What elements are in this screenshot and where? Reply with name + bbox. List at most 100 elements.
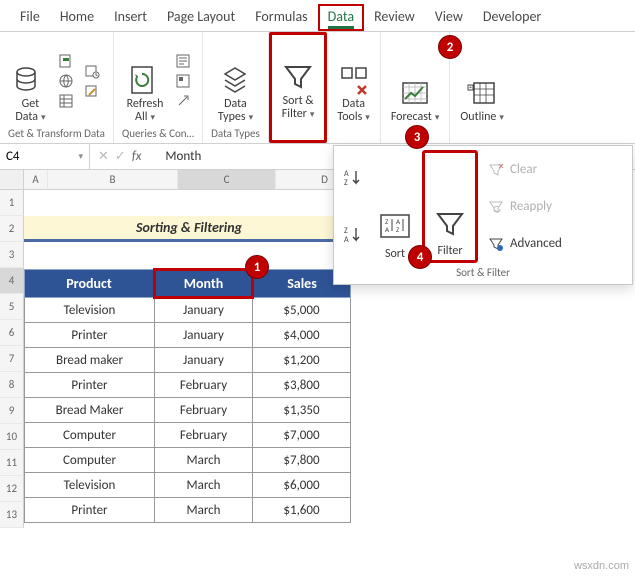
data-types-button[interactable]: Data Types (212, 36, 259, 126)
col-header[interactable]: A (24, 170, 48, 190)
get-data-button[interactable]: Get Data (8, 36, 52, 126)
properties-icon[interactable] (175, 73, 191, 89)
sort-asc-icon[interactable]: AZ (342, 167, 364, 189)
cell[interactable]: January (155, 323, 253, 348)
cell[interactable]: Television (25, 298, 155, 323)
tab-home[interactable]: Home (50, 4, 104, 31)
row-header[interactable]: 1 (0, 190, 24, 216)
cell[interactable]: $1,200 (253, 348, 351, 373)
cell[interactable]: March (155, 473, 253, 498)
group-queries: Refresh All Queries & Con… (114, 32, 203, 143)
col-header[interactable]: B (48, 170, 178, 190)
table-row[interactable]: TelevisionMarch$6,000 (25, 473, 351, 498)
sort-desc-icon[interactable]: ZA (342, 224, 364, 246)
table-row[interactable]: Bread makerJanuary$1,200 (25, 348, 351, 373)
cell[interactable]: January (155, 348, 253, 373)
tab-review[interactable]: Review (364, 4, 425, 31)
row-header[interactable]: 11 (0, 450, 24, 476)
cell[interactable]: Television (25, 473, 155, 498)
from-web-icon[interactable] (58, 73, 74, 89)
forecast-icon (399, 77, 431, 109)
tab-developer[interactable]: Developer (473, 4, 551, 31)
row-header[interactable]: 3 (0, 242, 24, 268)
cell[interactable]: $7,000 (253, 423, 351, 448)
cell[interactable]: February (155, 373, 253, 398)
callout-4: 4 (408, 245, 432, 269)
tab-insert[interactable]: Insert (104, 4, 157, 31)
fx-icon[interactable]: fx (132, 149, 148, 164)
svg-text:Z: Z (396, 225, 400, 234)
forecast-label: Forecast (391, 111, 440, 124)
from-table-icon[interactable] (58, 93, 74, 109)
cell[interactable]: $3,800 (253, 373, 351, 398)
cell[interactable]: $5,000 (253, 298, 351, 323)
cell[interactable]: $7,800 (253, 448, 351, 473)
table-row[interactable]: ComputerFebruary$7,000 (25, 423, 351, 448)
cell[interactable]: $1,600 (253, 498, 351, 523)
cell[interactable]: Printer (25, 498, 155, 523)
row-header[interactable]: 12 (0, 476, 24, 502)
tab-formulas[interactable]: Formulas (245, 4, 317, 31)
cell[interactable]: Printer (25, 373, 155, 398)
from-file-icon[interactable] (58, 53, 74, 69)
select-all-corner[interactable] (0, 170, 24, 190)
sort-filter-popout: AZ ZA ZAAZ Sort Filter Clear Reapply Adv… (333, 145, 633, 285)
table-row[interactable]: TelevisionJanuary$5,000 (25, 298, 351, 323)
row-header[interactable]: 2 (0, 216, 24, 242)
cell[interactable]: $4,000 (253, 323, 351, 348)
table-row[interactable]: PrinterJanuary$4,000 (25, 323, 351, 348)
outline-label: Outline (460, 111, 504, 124)
tab-data[interactable]: Data (318, 4, 364, 31)
cell[interactable]: $1,350 (253, 398, 351, 423)
refresh-all-button[interactable]: Refresh All (121, 36, 170, 126)
table-row[interactable]: Bread MakerFebruary$1,350 (25, 398, 351, 423)
cell[interactable]: March (155, 498, 253, 523)
cell[interactable]: Bread maker (25, 348, 155, 373)
svg-text:A: A (385, 225, 390, 234)
cancel-icon[interactable]: ✕ (98, 149, 109, 164)
svg-text:Z: Z (344, 178, 348, 188)
queries-icon[interactable] (175, 53, 191, 69)
table-row[interactable]: PrinterFebruary$3,800 (25, 373, 351, 398)
th-product[interactable]: Product (25, 270, 155, 298)
table-row[interactable]: ComputerMarch$7,800 (25, 448, 351, 473)
col-header[interactable]: C (178, 170, 276, 190)
recent-sources-icon[interactable] (84, 63, 100, 79)
cell[interactable]: Computer (25, 448, 155, 473)
row-header[interactable]: 13 (0, 502, 24, 528)
data-tools-button[interactable]: Data Tools (331, 36, 375, 126)
row-header[interactable]: 6 (0, 320, 24, 346)
cell[interactable]: February (155, 423, 253, 448)
ribbon-tabs: File Home Insert Page Layout Formulas Da… (0, 0, 635, 32)
table-row[interactable]: PrinterMarch$1,600 (25, 498, 351, 523)
svg-text:A: A (344, 235, 349, 245)
tab-page-layout[interactable]: Page Layout (157, 4, 245, 31)
edit-links-icon[interactable] (175, 93, 191, 109)
cell[interactable]: March (155, 448, 253, 473)
group-sort-filter: Sort & Filter . (269, 32, 328, 143)
advanced-button[interactable]: Advanced (484, 234, 624, 254)
cell[interactable]: Printer (25, 323, 155, 348)
sort-filter-button[interactable]: Sort & Filter (276, 39, 321, 123)
row-header[interactable]: 8 (0, 372, 24, 398)
name-box[interactable]: C4 ▾ (0, 144, 90, 169)
forecast-button[interactable]: Forecast (385, 36, 446, 126)
row-header[interactable]: 7 (0, 346, 24, 372)
group-data-types: Data Types Data Types (203, 32, 269, 143)
cell[interactable]: Computer (25, 423, 155, 448)
cell[interactable]: Bread Maker (25, 398, 155, 423)
row-header[interactable]: 4 (0, 268, 24, 294)
row-header[interactable]: 9 (0, 398, 24, 424)
cell[interactable]: February (155, 398, 253, 423)
outline-button[interactable]: + Outline (454, 36, 510, 126)
cell[interactable]: $6,000 (253, 473, 351, 498)
th-month[interactable]: Month (155, 270, 253, 298)
tab-file[interactable]: File (10, 4, 50, 31)
cell[interactable]: January (155, 298, 253, 323)
row-header[interactable]: 10 (0, 424, 24, 450)
tab-view[interactable]: View (425, 4, 473, 31)
filter-button[interactable]: Filter (422, 150, 478, 263)
existing-conn-icon[interactable] (84, 83, 100, 99)
row-header[interactable]: 5 (0, 294, 24, 320)
enter-icon[interactable]: ✓ (115, 149, 126, 164)
